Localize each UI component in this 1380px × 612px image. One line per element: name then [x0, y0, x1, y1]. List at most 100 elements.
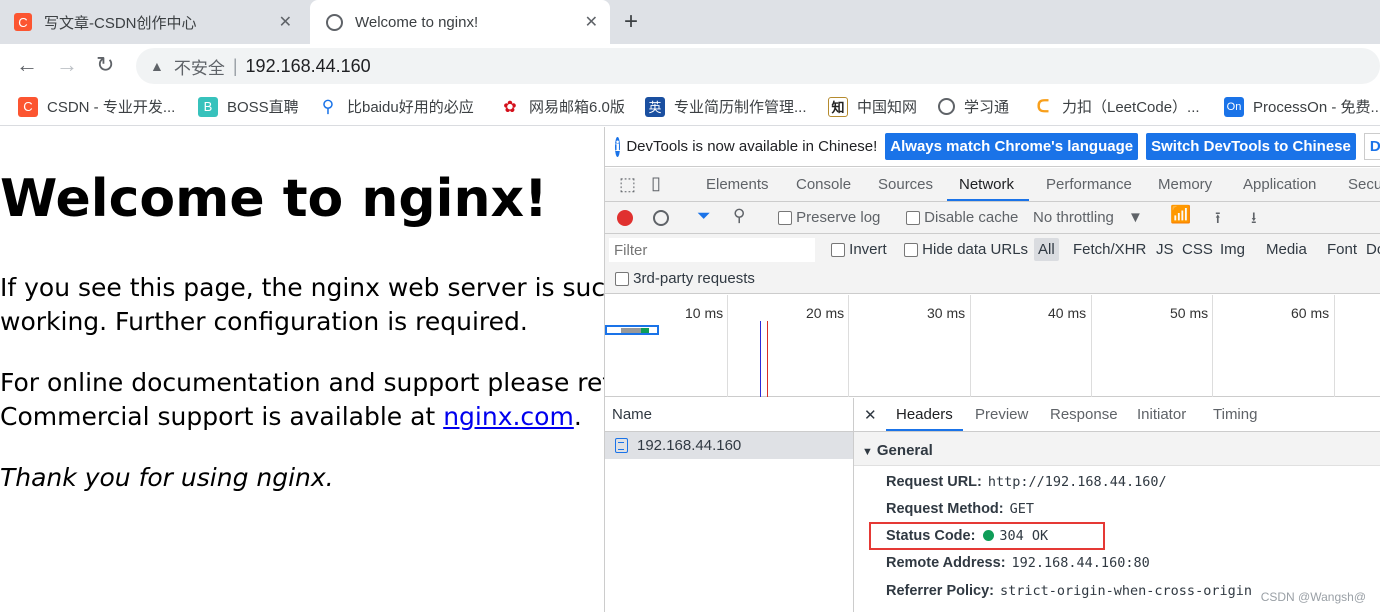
tab-csdn[interactable]: C 写文章-CSDN创作中心 ✕	[14, 0, 304, 44]
match-language-button[interactable]: Always match Chrome's language	[885, 133, 1139, 160]
dont-show-button[interactable]: Don't	[1363, 133, 1380, 160]
checkbox[interactable]	[904, 243, 918, 258]
checkbox[interactable]	[615, 272, 629, 287]
grid-line	[1091, 295, 1092, 397]
checkbox-label: Preserve log	[796, 209, 881, 226]
throttling-select[interactable]: No throttling ▼	[1033, 209, 1143, 226]
active-tab-indicator	[886, 429, 963, 431]
forward-arrow-icon[interactable]: →	[56, 52, 78, 78]
close-tab-icon[interactable]: ✕	[279, 12, 292, 32]
tab-preview[interactable]: Preview	[975, 406, 1028, 423]
filter-media[interactable]: Media	[1266, 241, 1307, 258]
field-value: 192.168.44.160:80	[1011, 555, 1150, 571]
tab-initiator[interactable]: Initiator	[1137, 406, 1186, 423]
remote-address-row: Remote Address: 192.168.44.160:80	[886, 555, 1150, 571]
tab-network[interactable]: Network	[959, 176, 1014, 193]
record-icon[interactable]	[617, 210, 633, 226]
filter-all[interactable]: All	[1034, 238, 1059, 261]
tab-sources[interactable]: Sources	[878, 176, 933, 193]
netease-icon: ✿	[503, 98, 517, 116]
bookmark-cnki[interactable]: 知中国知网	[828, 96, 917, 117]
separator: |	[232, 55, 238, 76]
close-tab-icon[interactable]: ✕	[585, 12, 598, 32]
disable-cache-checkbox[interactable]: Disable cache	[906, 209, 1018, 226]
grid-line	[727, 295, 728, 397]
tab-application[interactable]: Application	[1243, 176, 1316, 193]
checkbox[interactable]	[831, 243, 845, 258]
third-party-checkbox[interactable]: 3rd-party requests	[615, 270, 755, 287]
close-icon[interactable]: ✕	[864, 406, 877, 424]
csdn-icon: C	[18, 96, 38, 117]
tab-response[interactable]: Response	[1050, 406, 1118, 423]
filter-fetch-xhr[interactable]: Fetch/XHR	[1073, 241, 1146, 258]
bookmark-label: 力扣（LeetCode）...	[1062, 99, 1200, 116]
tab-headers[interactable]: Headers	[896, 406, 953, 423]
bookmark-bing[interactable]: ⚲ 比baidu好用的必应	[318, 96, 474, 117]
name-column-header[interactable]: Name	[605, 398, 853, 432]
bookmark-csdn[interactable]: C CSDN - 专业开发...	[18, 96, 175, 117]
devtools-tabs: ⬚ ▯ Elements Console Sources Network Per…	[605, 168, 1380, 202]
referrer-policy-row: Referrer Policy: strict-origin-when-cross…	[886, 583, 1252, 599]
bookmark-netease[interactable]: ✿ 网易邮箱6.0版	[500, 96, 625, 117]
switch-chinese-button[interactable]: Switch DevTools to Chinese	[1146, 133, 1356, 160]
new-tab-icon[interactable]: +	[624, 8, 638, 36]
request-bar-frame	[605, 325, 659, 335]
bookmark-label: 中国知网	[857, 99, 918, 116]
request-row[interactable]: 192.168.44.160	[605, 432, 853, 459]
filter-doc[interactable]: Doc	[1366, 241, 1380, 258]
request-detail: ✕ Headers Preview Response Initiator Tim…	[854, 398, 1380, 612]
filter-icon[interactable]: ⏷	[697, 206, 711, 226]
load-event-line	[767, 321, 768, 397]
clear-icon[interactable]	[653, 210, 669, 226]
filter-font[interactable]: Font	[1327, 241, 1357, 258]
checkbox-label: Invert	[849, 241, 887, 258]
back-arrow-icon[interactable]: ←	[16, 52, 38, 78]
bookmark-processon[interactable]: On ProcessOn - 免费...	[1224, 96, 1380, 117]
filter-css[interactable]: CSS	[1182, 241, 1213, 258]
page-heading: Welcome to nginx!	[0, 169, 548, 229]
tab-elements[interactable]: Elements	[706, 176, 769, 193]
invert-checkbox[interactable]: Invert	[831, 241, 887, 258]
bookmark-xuexitong[interactable]: 学习通	[938, 96, 1009, 117]
upload-icon[interactable]: ⭱	[1215, 207, 1221, 234]
filter-img[interactable]: Img	[1220, 241, 1245, 258]
device-toolbar-icon[interactable]: ▯	[651, 173, 661, 194]
checkbox[interactable]	[906, 211, 920, 226]
address-bar[interactable]: ▲ 不安全 | 192.168.44.160	[136, 48, 1380, 84]
tab-nginx[interactable]: Welcome to nginx! ✕	[310, 0, 610, 44]
browser-tab-strip: C 写文章-CSDN创作中心 ✕ Welcome to nginx! ✕ +	[0, 0, 1380, 44]
bookmark-boss[interactable]: B BOSS直聘	[198, 96, 299, 117]
grid-line	[970, 295, 971, 397]
reload-icon[interactable]: ↻	[96, 52, 114, 78]
tab-performance[interactable]: Performance	[1046, 176, 1132, 193]
general-section-header[interactable]: ▼ General	[854, 432, 1380, 466]
infobar-message: DevTools is now available in Chinese!	[626, 138, 878, 155]
network-overview[interactable]: 10 ms 20 ms 30 ms 40 ms 50 ms 60 ms	[605, 295, 1380, 397]
download-icon[interactable]: ⭳	[1251, 207, 1257, 234]
network-conditions-icon[interactable]: 📶	[1170, 205, 1191, 225]
filter-js[interactable]: JS	[1156, 241, 1174, 258]
tab-timing[interactable]: Timing	[1213, 406, 1257, 423]
checkbox[interactable]	[778, 211, 792, 226]
hide-data-urls-checkbox[interactable]: Hide data URLs	[904, 241, 1028, 258]
tab-memory[interactable]: Memory	[1158, 176, 1212, 193]
inspect-element-icon[interactable]: ⬚	[619, 174, 636, 195]
boss-icon: B	[198, 96, 218, 117]
page-content: Welcome to nginx! If you see this page, …	[0, 127, 604, 612]
search-icon[interactable]: ⚲	[733, 206, 745, 226]
bookmark-resume[interactable]: 英专业简历制作管理...	[645, 96, 807, 117]
bookmark-label: BOSS直聘	[227, 99, 299, 116]
para-line: Commercial support is available at nginx…	[0, 400, 582, 434]
bookmark-leetcode[interactable]: ᑕ 力扣（LeetCode）...	[1033, 96, 1200, 117]
filter-input[interactable]	[609, 238, 815, 262]
grid-line	[1334, 295, 1335, 397]
warning-icon[interactable]: ▲	[150, 58, 164, 74]
devtools-panel: i DevTools is now available in Chinese! …	[604, 127, 1380, 612]
detail-tabs: ✕ Headers Preview Response Initiator Tim…	[854, 398, 1380, 432]
bookmark-label: ProcessOn - 免费...	[1253, 99, 1380, 116]
tab-title: Welcome to nginx!	[355, 13, 479, 31]
preserve-log-checkbox[interactable]: Preserve log	[778, 209, 880, 226]
nginx-com-link[interactable]: nginx.com	[443, 402, 574, 431]
tab-console[interactable]: Console	[796, 176, 851, 193]
tab-security[interactable]: Secu	[1348, 176, 1380, 193]
